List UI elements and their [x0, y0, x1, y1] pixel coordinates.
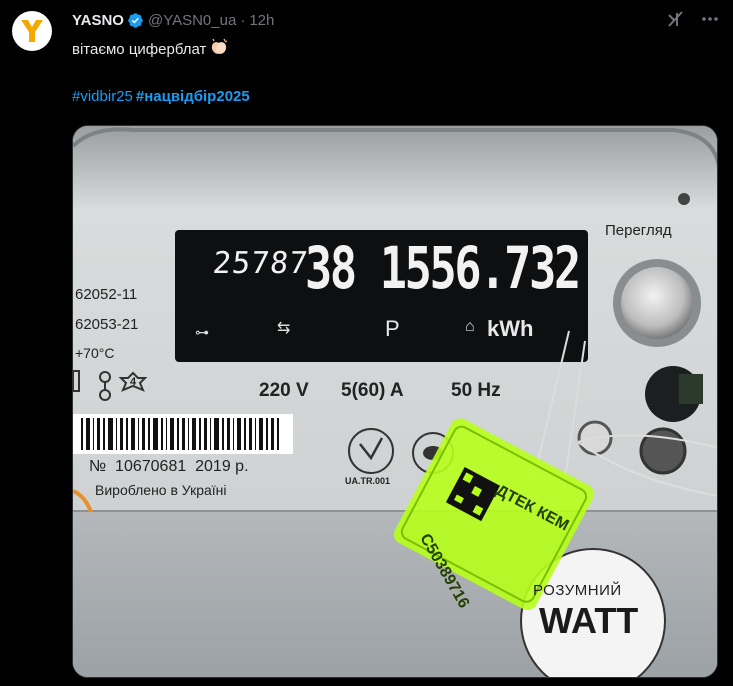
lcd-indicator-p: P: [385, 316, 400, 341]
hashtag-link[interactable]: #нацвідбір2025: [136, 88, 250, 105]
view-label: Перегляд: [605, 222, 672, 239]
grok-icon[interactable]: [666, 9, 686, 29]
timestamp[interactable]: 12h: [249, 12, 274, 29]
lcd-indicator-kwh: kWh: [487, 316, 534, 341]
brand-small: РОЗУМНИЙ: [533, 582, 622, 599]
serial-number: № 10670681 2019 р.: [89, 458, 249, 475]
temperature-label: +70°C: [75, 345, 115, 361]
standard-code-1: 62052-11: [75, 286, 138, 303]
tweet[interactable]: YASNO @YASN0_ua · 12h вітаємо циферблат: [0, 0, 733, 686]
lcd-main-digits: 38 1556.732: [305, 234, 581, 302]
made-in-label: Вироблено в Україні: [95, 482, 227, 498]
key-icon: ⊶: [195, 324, 209, 340]
rating-frequency: 50 Hz: [451, 380, 501, 401]
arrows-icon: ⇆: [277, 320, 291, 337]
hashtag-link[interactable]: #vidbir25: [72, 88, 133, 105]
author-handle[interactable]: @YASN0_ua: [148, 12, 236, 29]
separator-dot: ·: [240, 11, 246, 29]
clapping-hands-emoji: [209, 37, 229, 63]
brand-logo: WATT: [539, 600, 639, 641]
tweet-text: вітаємо циферблат: [72, 37, 229, 63]
yasno-logo: [21, 20, 43, 42]
accuracy-class: 4: [130, 376, 137, 388]
verified-badge-icon: [127, 12, 144, 29]
hashtags: #vidbir25 #нацвідбір2025: [72, 87, 250, 107]
lock-icon: ⌂: [465, 318, 475, 335]
tweet-header: YASNO @YASN0_ua · 12h: [72, 9, 274, 31]
tweet-text-content: вітаємо циферблат: [72, 41, 207, 58]
more-icon[interactable]: [699, 8, 721, 30]
rating-current: 5(60) A: [341, 380, 404, 401]
rating-voltage: 220 V: [259, 380, 309, 401]
author-name[interactable]: YASNO: [72, 12, 124, 29]
tweet-media-image[interactable]: 25787 38 1556.732 P kWh ⊶ ⇆ ⌂ Перегляд 6…: [72, 125, 718, 678]
standard-code-2: 62053-21: [75, 316, 139, 333]
cert-mark: UA.TR.001: [345, 476, 391, 486]
lcd-small-digits: 25787: [211, 246, 311, 281]
avatar[interactable]: [12, 11, 52, 51]
